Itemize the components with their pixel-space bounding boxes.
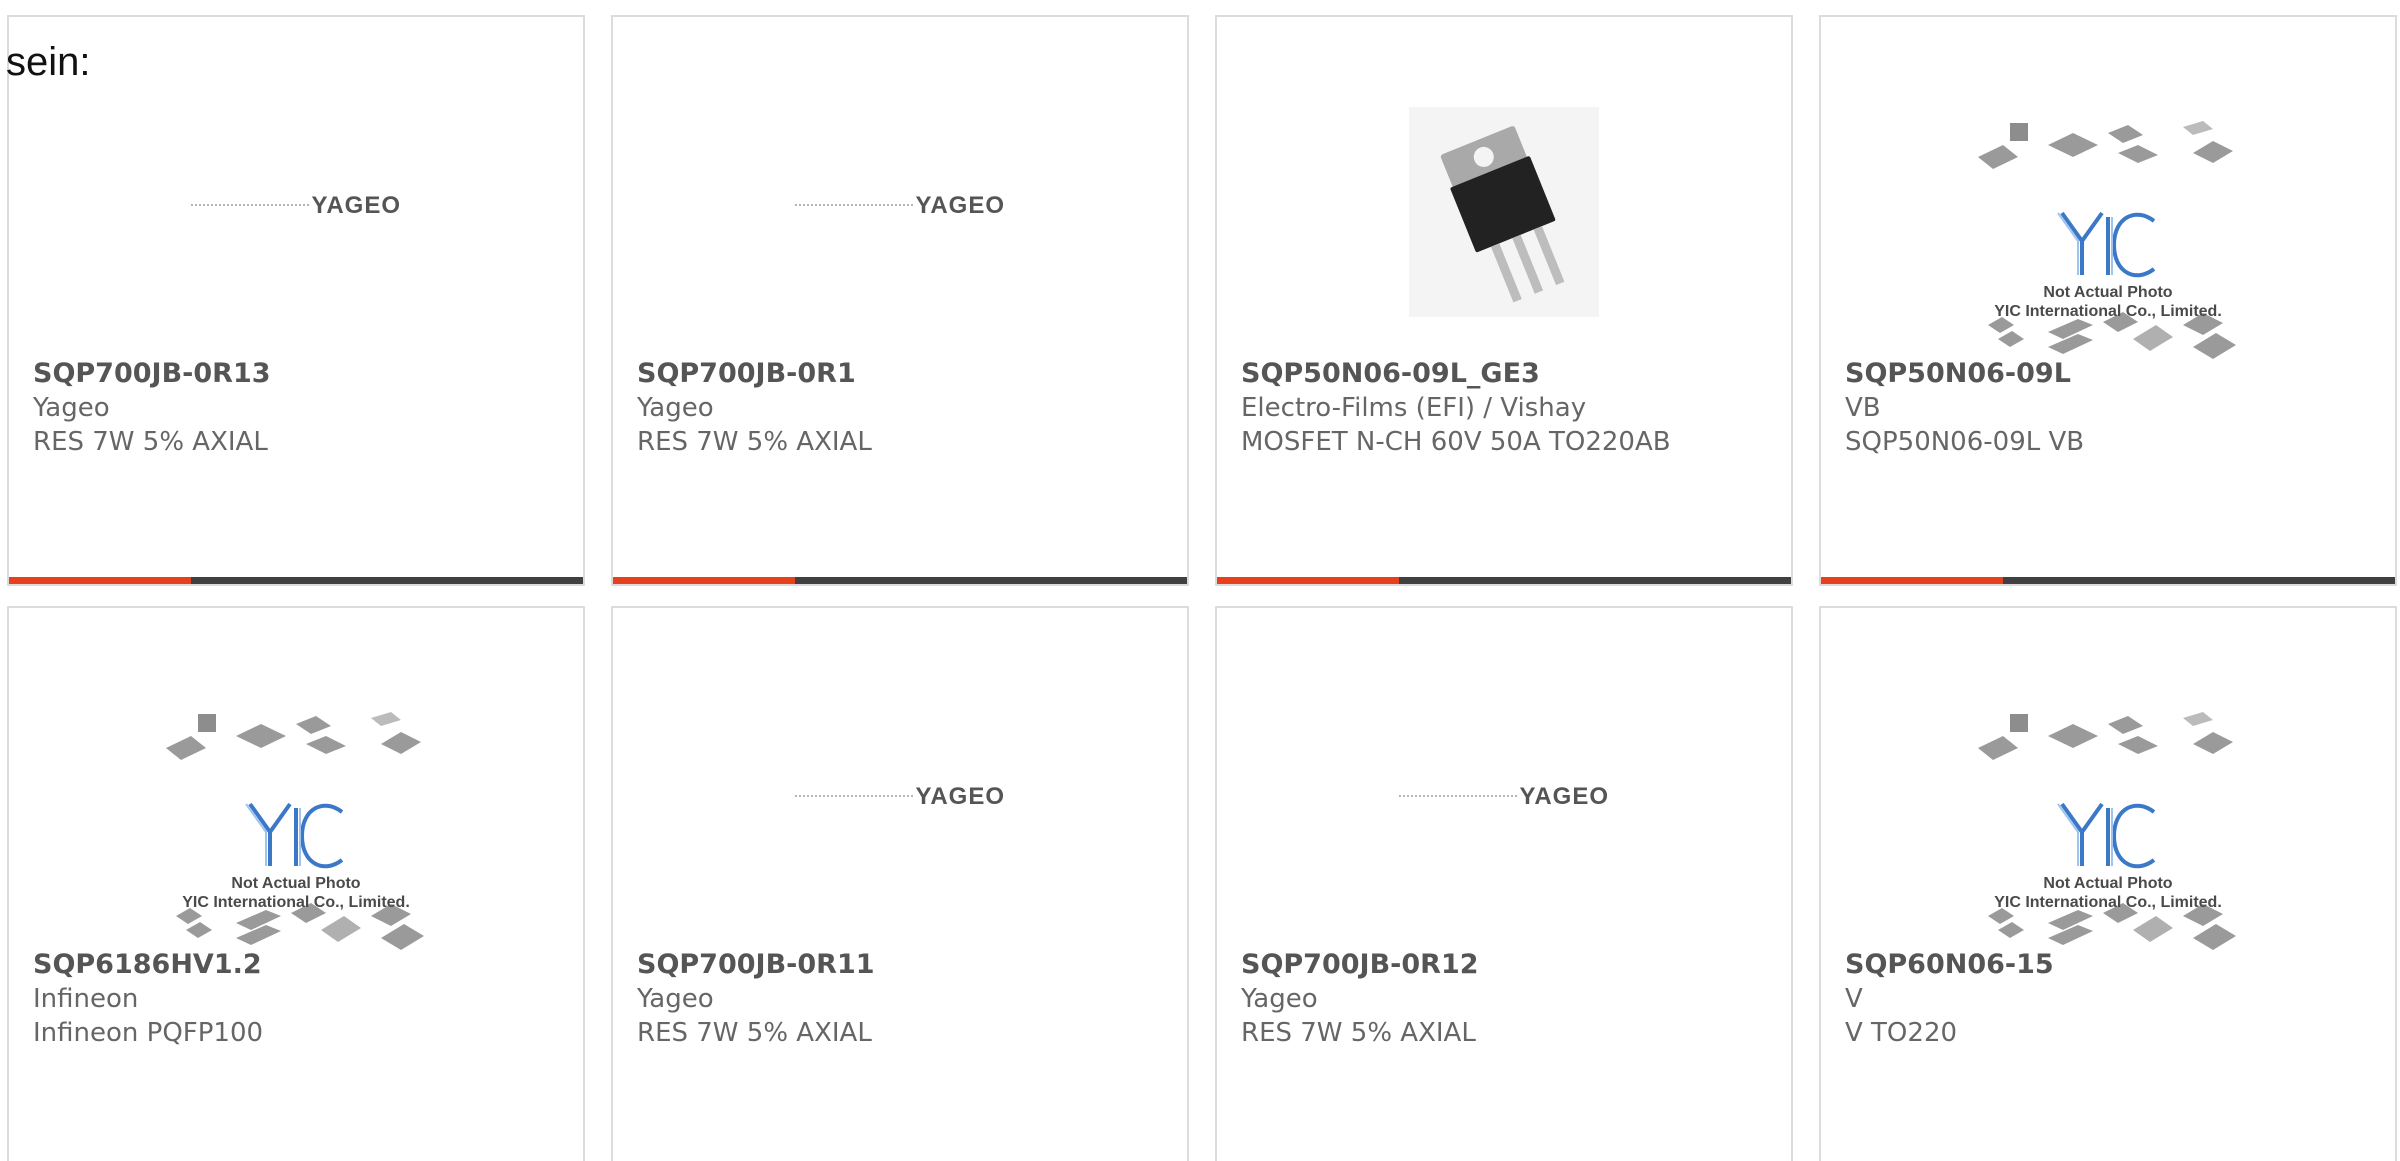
product-image[interactable]: YAGEO <box>613 67 1187 357</box>
manufacturer: Yageo <box>637 984 714 1014</box>
product-grid-page: sein: YAGEO SQP700JB-0R13 Yageo RES 7W 5… <box>0 0 2400 1161</box>
manufacturer: Yageo <box>33 393 110 423</box>
description: Infineon PQFP100 <box>33 1018 264 1048</box>
part-number[interactable]: SQP50N06-09L <box>1845 357 2379 391</box>
manufacturer: Electro-Films (EFI) / Vishay <box>1241 393 1587 423</box>
yageo-logo-icon: YAGEO <box>1399 783 1609 813</box>
description: MOSFET N-CH 60V 50A TO220AB <box>1241 427 1671 457</box>
product-card[interactable]: YAGEO SQP700JB-0R1 Yageo RES 7W 5% AXIAL <box>611 15 1189 586</box>
description: RES 7W 5% AXIAL <box>637 1018 872 1048</box>
yic-caption-line2: YIC International Co., Limited. <box>182 894 410 911</box>
manufacturer: Yageo <box>637 393 714 423</box>
yic-placeholder-icon: Not Actual Photo YIC International Co., … <box>1968 708 2248 958</box>
product-card[interactable]: SQP50N06-09L_GE3 Electro-Films (EFI) / V… <box>1215 15 1793 586</box>
part-number[interactable]: SQP700JB-0R11 <box>637 948 1171 982</box>
yic-placeholder-icon: Not Actual Photo YIC International Co., … <box>1968 117 2248 367</box>
manufacturer: Yageo <box>1241 984 1318 1014</box>
part-number[interactable]: SQP700JB-0R13 <box>33 357 567 391</box>
product-card[interactable]: YAGEO SQP700JB-0R11 Yageo RES 7W 5% AXIA… <box>611 606 1189 1161</box>
product-image[interactable]: Not Actual Photo YIC International Co., … <box>9 658 583 950</box>
card-bottom-bar <box>613 577 1187 584</box>
description: SQP50N06-09L VB <box>1845 427 2085 457</box>
yic-caption-line1: Not Actual Photo <box>231 875 361 892</box>
product-image[interactable]: Not Actual Photo YIC International Co., … <box>1821 67 2395 359</box>
product-image[interactable]: YAGEO <box>613 658 1187 948</box>
part-number[interactable]: SQP60N06-15 <box>1845 948 2379 982</box>
yic-placeholder-icon: Not Actual Photo YIC International Co., … <box>156 708 436 958</box>
transistor-photo-icon <box>1409 107 1599 317</box>
product-card[interactable]: Not Actual Photo YIC International Co., … <box>1819 15 2397 586</box>
part-number[interactable]: SQP6186HV1.2 <box>33 948 567 982</box>
product-card[interactable]: YAGEO SQP700JB-0R12 Yageo RES 7W 5% AXIA… <box>1215 606 1793 1161</box>
yic-caption-line2: YIC International Co., Limited. <box>1994 894 2222 911</box>
yic-caption-line1: Not Actual Photo <box>2043 875 2173 892</box>
part-number[interactable]: SQP700JB-0R1 <box>637 357 1171 391</box>
intro-text: sein: <box>6 40 91 84</box>
yic-caption-line1: Not Actual Photo <box>2043 284 2173 301</box>
manufacturer: VB <box>1845 393 1881 423</box>
product-image[interactable]: YAGEO <box>9 67 583 357</box>
yic-caption-line2: YIC International Co., Limited. <box>1994 303 2222 320</box>
description: V TO220 <box>1845 1018 1958 1048</box>
product-image[interactable]: Not Actual Photo YIC International Co., … <box>1821 658 2395 950</box>
yageo-logo-icon: YAGEO <box>795 192 1005 222</box>
product-image[interactable] <box>1217 67 1791 357</box>
product-card[interactable]: Not Actual Photo YIC International Co., … <box>1819 606 2397 1161</box>
card-bottom-bar <box>9 577 583 584</box>
description: RES 7W 5% AXIAL <box>1241 1018 1476 1048</box>
product-card[interactable]: Not Actual Photo YIC International Co., … <box>7 606 585 1161</box>
manufacturer: Infineon <box>33 984 139 1014</box>
product-card[interactable]: YAGEO SQP700JB-0R13 Yageo RES 7W 5% AXIA… <box>7 15 585 586</box>
part-number[interactable]: SQP700JB-0R12 <box>1241 948 1775 982</box>
product-image[interactable]: YAGEO <box>1217 658 1791 948</box>
description: RES 7W 5% AXIAL <box>33 427 268 457</box>
yageo-logo-icon: YAGEO <box>191 192 401 222</box>
card-bottom-bar <box>1217 577 1791 584</box>
card-bottom-bar <box>1821 577 2395 584</box>
manufacturer: V <box>1845 984 1863 1014</box>
description: RES 7W 5% AXIAL <box>637 427 872 457</box>
yageo-logo-icon: YAGEO <box>795 783 1005 813</box>
part-number[interactable]: SQP50N06-09L_GE3 <box>1241 357 1775 391</box>
